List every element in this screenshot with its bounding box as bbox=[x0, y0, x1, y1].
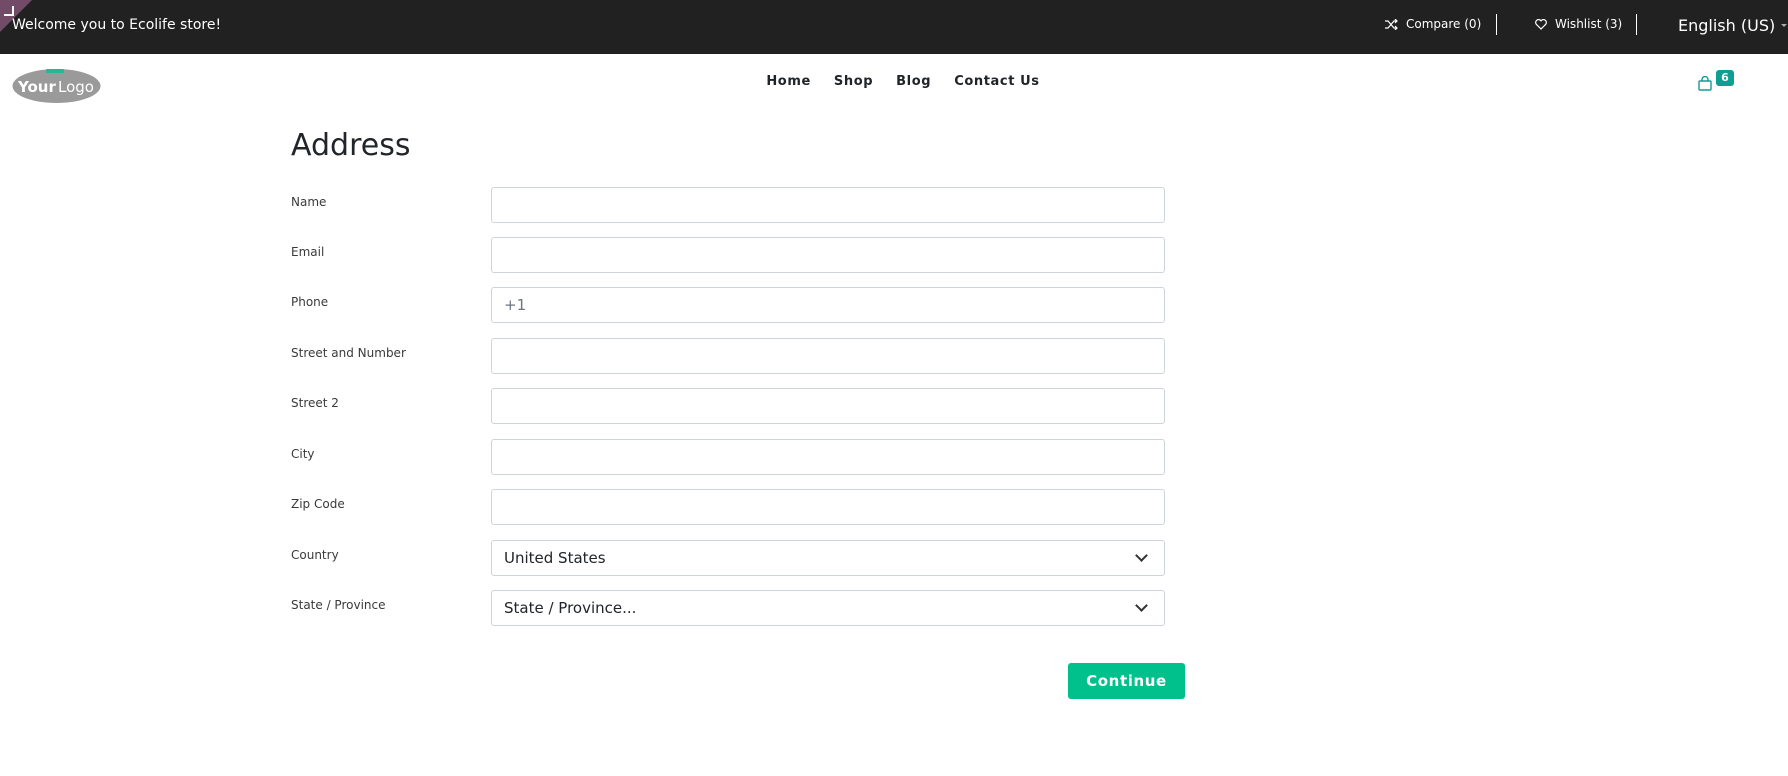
email-field[interactable] bbox=[491, 237, 1165, 273]
page-title: Address bbox=[291, 128, 411, 163]
street-row: Street and Number bbox=[291, 338, 1165, 374]
top-bar: Welcome you to Ecolife store! Compare (0… bbox=[0, 0, 1788, 54]
caret-down-icon bbox=[1781, 24, 1788, 27]
zip-row: Zip Code bbox=[291, 489, 1165, 525]
chevron-down-icon bbox=[1135, 599, 1148, 612]
email-row: Email bbox=[291, 237, 1165, 273]
continue-button[interactable]: Continue bbox=[1068, 663, 1185, 699]
shuffle-icon bbox=[1385, 18, 1398, 30]
shopping-bag-icon bbox=[1698, 76, 1712, 91]
wishlist-label: Wishlist (3) bbox=[1555, 17, 1623, 31]
cart-count-badge: 6 bbox=[1716, 70, 1734, 86]
state-row: State / Province State / Province... bbox=[291, 590, 1165, 626]
language-label: English (US) bbox=[1678, 16, 1776, 35]
divider bbox=[1636, 14, 1637, 35]
wishlist-link[interactable]: Wishlist (3) bbox=[1535, 17, 1622, 31]
nav-shop[interactable]: Shop bbox=[834, 74, 873, 89]
phone-row: Phone bbox=[291, 287, 1165, 323]
nav-contact-us[interactable]: Contact Us bbox=[954, 74, 1039, 89]
phone-field[interactable] bbox=[491, 287, 1165, 323]
name-label: Name bbox=[291, 195, 327, 209]
main-nav: Home Shop Blog Contact Us bbox=[0, 74, 1788, 89]
country-select[interactable]: United States bbox=[491, 540, 1165, 576]
street2-label: Street 2 bbox=[291, 396, 339, 410]
street2-row: Street 2 bbox=[291, 388, 1165, 424]
street-label: Street and Number bbox=[291, 346, 406, 360]
email-label: Email bbox=[291, 245, 325, 259]
zip-label: Zip Code bbox=[291, 497, 345, 511]
chevron-down-icon bbox=[1135, 549, 1148, 562]
cart-button[interactable]: 6 bbox=[1694, 70, 1736, 94]
city-row: City bbox=[291, 439, 1165, 475]
phone-label: Phone bbox=[291, 295, 329, 309]
city-label: City bbox=[291, 447, 315, 461]
state-label: State / Province bbox=[291, 598, 386, 612]
compare-link[interactable]: Compare (0) bbox=[1385, 17, 1481, 31]
name-field[interactable] bbox=[491, 187, 1165, 223]
state-select[interactable]: State / Province... bbox=[491, 590, 1165, 626]
divider bbox=[1496, 14, 1497, 35]
compare-label: Compare (0) bbox=[1406, 17, 1482, 31]
country-label: Country bbox=[291, 548, 339, 562]
heart-icon bbox=[1535, 18, 1547, 30]
city-field[interactable] bbox=[491, 439, 1165, 475]
country-row: Country United States bbox=[291, 540, 1165, 576]
edit-corner-icon bbox=[4, 6, 14, 16]
nav-blog[interactable]: Blog bbox=[896, 74, 931, 89]
language-selector[interactable]: English (US) bbox=[1678, 16, 1788, 35]
street-field[interactable] bbox=[491, 338, 1165, 374]
welcome-text: Welcome you to Ecolife store! bbox=[12, 17, 222, 33]
state-selected-value: State / Province... bbox=[504, 599, 637, 617]
zip-field[interactable] bbox=[491, 489, 1165, 525]
nav-home[interactable]: Home bbox=[766, 74, 811, 89]
name-row: Name bbox=[291, 187, 1165, 223]
street2-field[interactable] bbox=[491, 388, 1165, 424]
country-selected-value: United States bbox=[504, 549, 606, 567]
